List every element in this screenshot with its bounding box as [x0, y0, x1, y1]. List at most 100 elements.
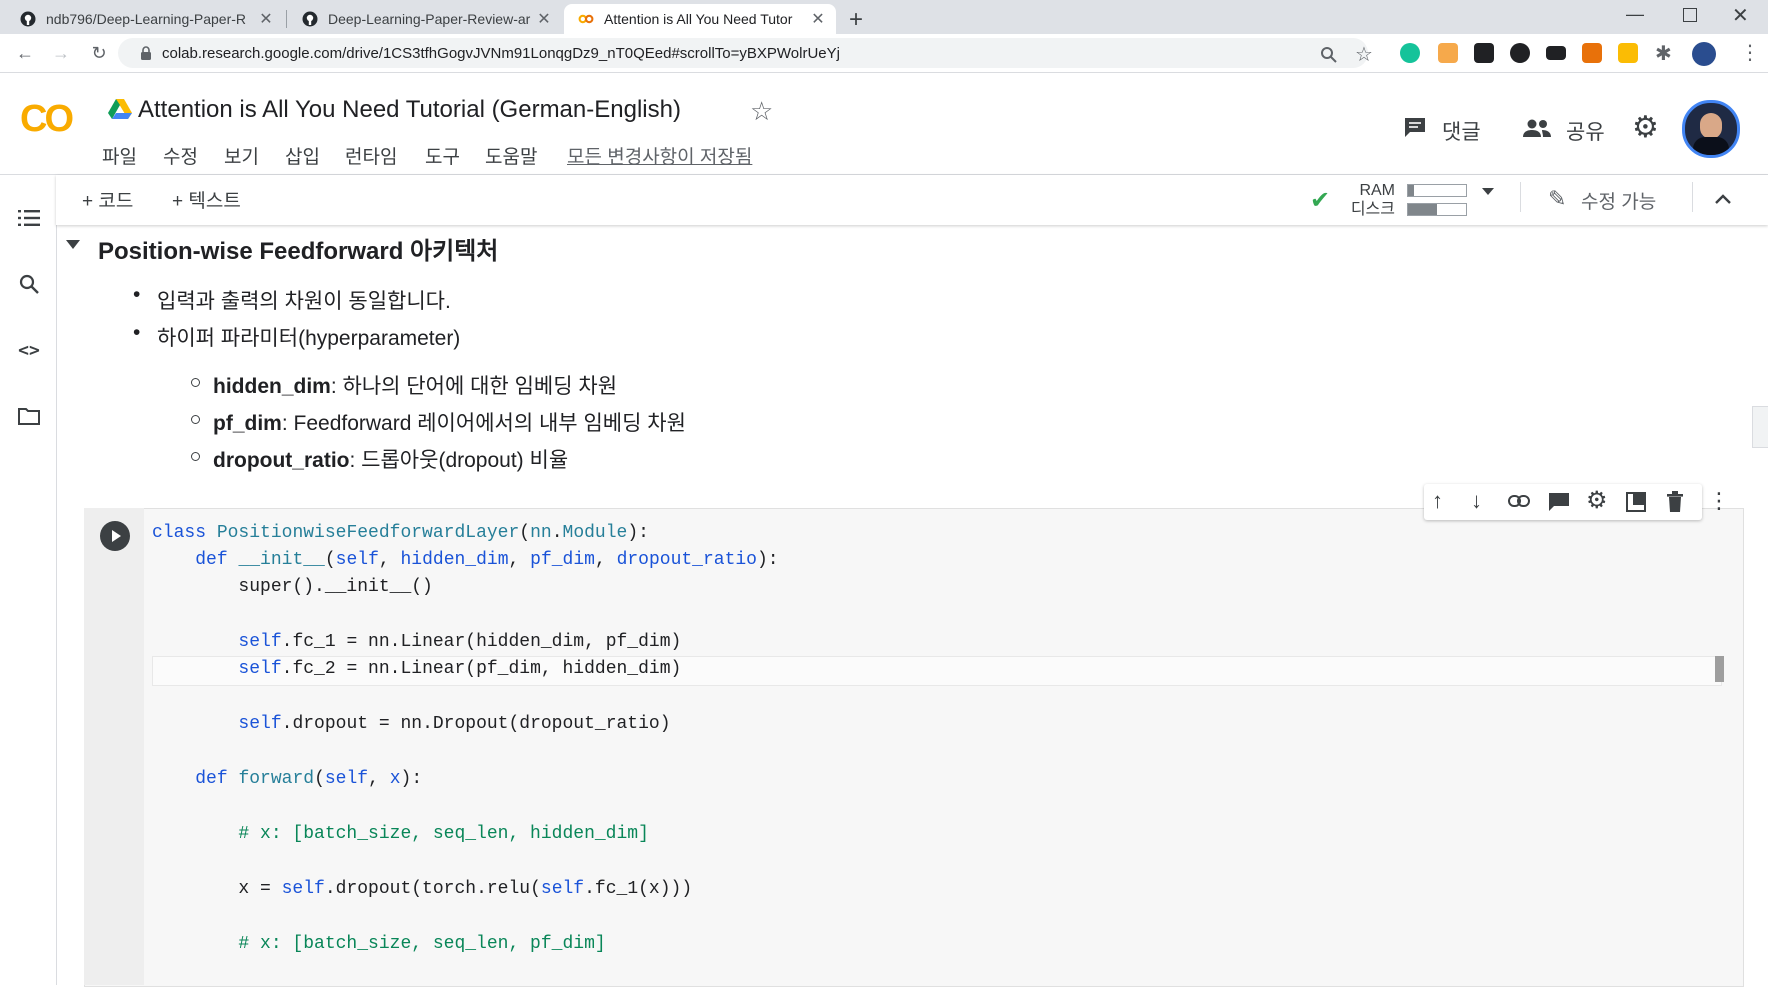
mirror-cell-icon[interactable] [1625, 491, 1647, 513]
menu-runtime[interactable]: 런타임 [345, 142, 397, 169]
collapse-chevron-up-icon[interactable] [1715, 194, 1731, 204]
save-status[interactable]: 모든 변경사항이 저장됨 [567, 142, 752, 169]
move-up-icon[interactable]: ↑ [1432, 488, 1443, 514]
code-snippets-icon[interactable]: <> [16, 337, 42, 363]
list-item: 하이퍼 파라미터(hyperparameter) [157, 327, 461, 350]
tab-title: Deep-Learning-Paper-Review-ar [328, 11, 531, 27]
comment-icon[interactable] [1403, 116, 1427, 138]
extension-icon[interactable] [1438, 43, 1458, 63]
profile-avatar[interactable] [1692, 42, 1716, 66]
github-icon [302, 11, 318, 27]
restore-icon[interactable] [1683, 8, 1697, 22]
resources-dropdown-icon[interactable] [1482, 188, 1494, 195]
minimize-icon[interactable]: — [1626, 4, 1644, 25]
close-window-icon[interactable]: ✕ [1732, 3, 1749, 28]
add-code-button[interactable]: + 코드 [82, 186, 133, 213]
new-tab-icon[interactable]: + [849, 6, 863, 34]
play-icon [112, 530, 121, 542]
zoom-icon[interactable] [1320, 46, 1338, 64]
list-item: pf_dim: Feedforward 레이어에서의 내부 임베딩 차원 [213, 407, 686, 437]
menu-insert[interactable]: 삽입 [285, 142, 320, 169]
param-name: dropout_ratio [213, 449, 350, 472]
browser-tab[interactable]: ndb796/Deep-Learning-Paper-R ✕ [6, 4, 284, 34]
code-line: self.fc_1 = nn.Linear(hidden_dim, pf_dim… [238, 632, 682, 652]
browser-tab-active[interactable]: Attention is All You Need Tutor ✕ [564, 4, 836, 34]
collapse-section-icon[interactable] [66, 240, 80, 249]
param-name: pf_dim [213, 412, 282, 435]
code-scrollbar-thumb[interactable] [1715, 656, 1724, 682]
close-tab-icon[interactable]: ✕ [256, 9, 276, 29]
param-name: hidden_dim [213, 375, 331, 398]
list-item: 입력과 출력의 차원이 동일합니다. [157, 290, 451, 313]
list-item [191, 415, 200, 424]
cell-settings-gear-icon[interactable]: ⚙ [1586, 486, 1608, 515]
colab-icon [578, 14, 594, 24]
param-description: : Feedforward 레이어에서의 내부 임베딩 차원 [281, 412, 686, 435]
camera-extension-icon[interactable] [1546, 46, 1566, 60]
edit-mode-button[interactable]: 수정 가능 [1581, 187, 1656, 214]
table-of-contents-icon[interactable] [16, 205, 42, 231]
page-scrollbar-thumb[interactable] [1752, 406, 1768, 448]
user-avatar[interactable] [1682, 100, 1740, 158]
code-line: def __init__(self, hidden_dim, pf_dim, d… [195, 550, 779, 570]
menu-file[interactable]: 파일 [102, 142, 137, 169]
toolbar-divider [1520, 182, 1521, 212]
list-item [191, 452, 200, 461]
lock-icon [141, 46, 151, 60]
close-tab-icon[interactable]: ✕ [534, 9, 554, 29]
browser-tab[interactable]: Deep-Learning-Paper-Review-ar ✕ [288, 4, 562, 34]
code-line: class PositionwiseFeedforwardLayer(nn.Mo… [152, 523, 649, 543]
back-icon[interactable]: ← [12, 40, 38, 66]
menu-edit[interactable]: 수정 [163, 142, 198, 169]
browser-tab-strip: ndb796/Deep-Learning-Paper-R ✕ Deep-Lear… [0, 0, 1768, 34]
disk-label: 디스크 [1350, 201, 1395, 218]
code-line: self.fc_2 = nn.Linear(pf_dim, hidden_dim… [238, 659, 682, 679]
grammarly-extension-icon[interactable] [1400, 43, 1420, 63]
comment-button[interactable]: 댓글 [1442, 116, 1481, 146]
bookmark-star-icon[interactable]: ☆ [1355, 42, 1373, 67]
extensions-puzzle-icon[interactable]: ✱ [1655, 41, 1672, 66]
menu-view[interactable]: 보기 [224, 142, 259, 169]
section-heading: Position-wise Feedforward 아키텍처 [98, 238, 499, 265]
list-item: • [133, 321, 141, 344]
star-icon[interactable]: ☆ [750, 96, 773, 127]
forward-icon[interactable]: → [48, 40, 74, 66]
comment-icon[interactable] [1548, 492, 1570, 512]
extension-icon[interactable] [1618, 43, 1638, 63]
resource-labels[interactable]: RAM 디스크 [1343, 181, 1395, 219]
github-icon [20, 11, 36, 27]
run-cell-button[interactable] [100, 521, 130, 551]
menu-help[interactable]: 도움말 [485, 142, 537, 169]
colab-logo[interactable]: CO [20, 98, 74, 141]
disk-meter [1407, 203, 1467, 216]
list-item: • [133, 283, 141, 306]
settings-gear-icon[interactable]: ⚙ [1632, 110, 1659, 145]
search-icon[interactable] [16, 271, 42, 297]
extension-icon[interactable] [1474, 43, 1494, 63]
people-icon[interactable] [1522, 118, 1552, 138]
folder-icon[interactable] [16, 403, 42, 429]
extension-icon[interactable] [1582, 43, 1602, 63]
url-text: colab.research.google.com/drive/1CS3tfhG… [162, 44, 840, 62]
notebook-toolbar [56, 175, 1768, 225]
reload-icon[interactable]: ↻ [86, 40, 112, 66]
menu-tools[interactable]: 도구 [425, 142, 460, 169]
close-tab-icon[interactable]: ✕ [808, 9, 828, 29]
add-text-button[interactable]: + 텍스트 [172, 186, 241, 213]
tab-title: ndb796/Deep-Learning-Paper-R [46, 11, 247, 27]
code-comment: # x: [batch_size, seq_len, pf_dim] [152, 934, 606, 954]
link-icon[interactable] [1508, 495, 1530, 507]
more-options-icon[interactable]: ⋮ [1708, 488, 1730, 514]
google-drive-icon[interactable] [108, 98, 132, 120]
extension-icon[interactable] [1510, 43, 1530, 63]
delete-trash-icon[interactable] [1666, 491, 1684, 513]
code-comment: # x: [batch_size, seq_len, hidden_dim] [152, 824, 649, 844]
address-bar[interactable]: colab.research.google.com/drive/1CS3tfhG… [118, 38, 1368, 68]
browser-menu-icon[interactable]: ⋮ [1740, 40, 1760, 65]
list-item: dropout_ratio: 드롭아웃(dropout) 비율 [213, 444, 568, 474]
list-item: hidden_dim: 하나의 단어에 대한 임베딩 차원 [213, 370, 617, 400]
toolbar-divider [1692, 182, 1693, 212]
move-down-icon[interactable]: ↓ [1471, 488, 1482, 514]
share-button[interactable]: 공유 [1566, 116, 1605, 146]
notebook-title[interactable]: Attention is All You Need Tutorial (Germ… [138, 96, 681, 124]
